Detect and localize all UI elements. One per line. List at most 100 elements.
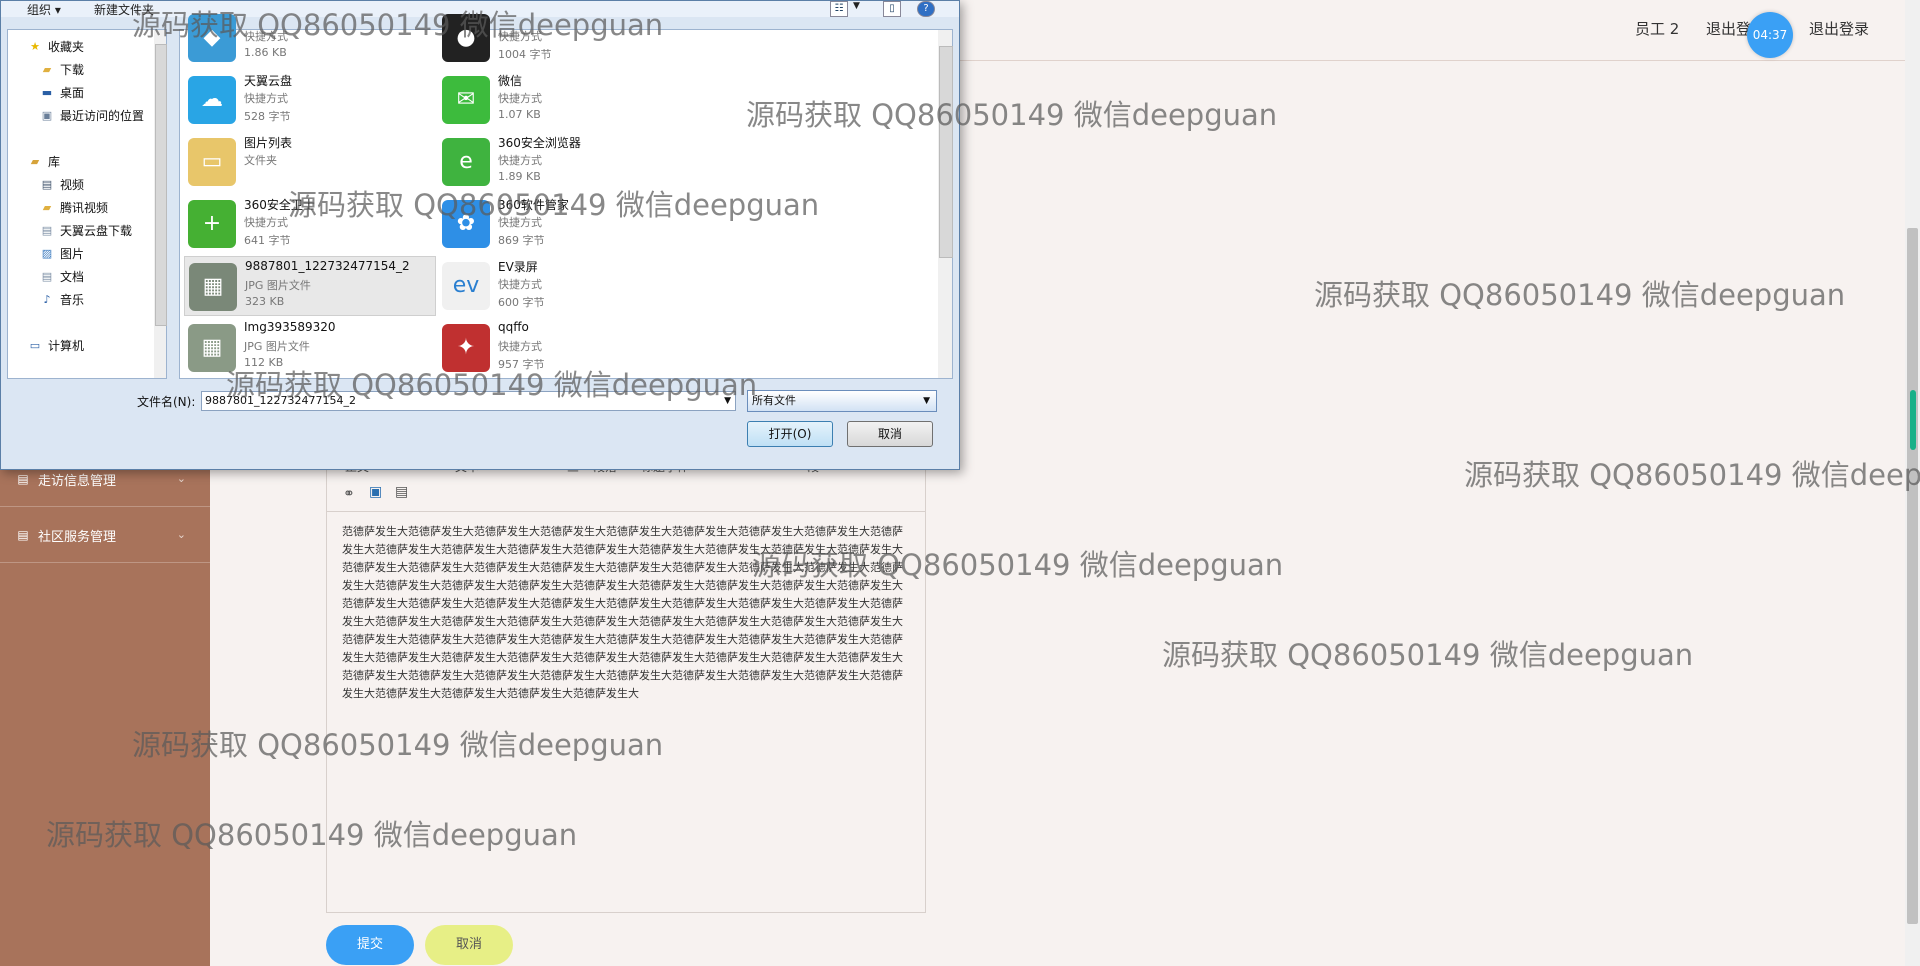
browser-icon: e xyxy=(442,138,490,186)
filename-value: 9887801_122732477154_2 xyxy=(205,394,356,407)
nav-favorites[interactable]: ★ 收藏夹 xyxy=(28,38,84,55)
file-list-scrollbar-thumb[interactable] xyxy=(939,46,953,258)
filename-input[interactable]: 9887801_122732477154_2 ▼ xyxy=(201,391,736,411)
view-options-icon[interactable]: ☷ xyxy=(830,1,848,17)
nav-pictures[interactable]: ▨ 图片 xyxy=(40,245,84,262)
file-name: 360软件管家 xyxy=(498,198,569,212)
file-type: JPG 图片文件 xyxy=(245,279,311,292)
file-item[interactable]: ✉ 微信 快捷方式 1.07 KB xyxy=(438,70,688,128)
sidebar-item-community-service[interactable]: ▤ 社区服务管理 ⌄ xyxy=(0,508,210,563)
nav-scrollbar-thumb[interactable] xyxy=(155,44,167,326)
file-item[interactable]: e 360安全浏览器 快捷方式 1.89 KB xyxy=(438,132,688,190)
file-item[interactable]: ☁ 天翼云盘 快捷方式 528 字节 xyxy=(184,70,434,128)
file-name: EV录屏 xyxy=(498,260,538,274)
chevron-down-icon[interactable]: ▼ xyxy=(724,392,731,410)
nav-library[interactable]: ▰ 库 xyxy=(28,153,60,170)
watermark: 源码获取 QQ86050149 微信deepguan xyxy=(1464,458,1920,492)
picture-icon: ▨ xyxy=(41,246,53,260)
file-type: 快捷方式 xyxy=(498,216,542,229)
nav-desktop[interactable]: ▬ 桌面 xyxy=(40,84,84,101)
sidebar-item-label: 走访信息管理 xyxy=(38,473,117,489)
file-item[interactable]: ● 快捷方式 1004 字节 xyxy=(438,8,688,66)
logout-link[interactable]: 退出登录 xyxy=(1809,18,1869,39)
image-icon[interactable]: ▣ xyxy=(369,484,382,500)
file-type: 快捷方式 xyxy=(498,154,542,167)
file-item[interactable]: ✦ qqffo 快捷方式 957 字节 xyxy=(438,318,688,376)
file-type: 快捷方式 xyxy=(244,30,288,43)
file-size: 641 字节 xyxy=(244,234,291,247)
qqffo-icon: ✦ xyxy=(442,324,490,372)
nav-documents[interactable]: ▤ 文档 xyxy=(40,268,84,285)
image-thumbnail-icon: ▦ xyxy=(189,263,237,311)
recent-icon: ▣ xyxy=(41,108,53,122)
open-button[interactable]: 打开(O) xyxy=(747,421,833,447)
nav-computer[interactable]: ▭ 计算机 xyxy=(28,337,84,354)
file-name: 360安全卫士 xyxy=(244,198,315,212)
organize-menu[interactable]: 组织 ▾ xyxy=(27,1,61,18)
submit-button[interactable]: 提交 xyxy=(326,925,414,965)
chevron-down-icon[interactable]: ▼ xyxy=(923,391,930,411)
preview-pane-icon[interactable]: ▯ xyxy=(883,1,901,17)
wechat-icon: ✉ xyxy=(442,76,490,124)
file-list-scrollbar[interactable] xyxy=(938,30,953,378)
filetype-value: 所有文件 xyxy=(752,394,796,407)
visit-icon: ▤ xyxy=(17,472,29,486)
nav-tencent-video[interactable]: ▰ 腾讯视频 xyxy=(40,199,108,216)
link-icon[interactable]: ⚭ xyxy=(343,486,355,502)
file-name: 9887801_122732477154_2 xyxy=(245,259,410,273)
new-folder-button[interactable]: 新建文件夹 xyxy=(94,1,154,18)
file-item[interactable]: ▦ Img393589320 JPG 图片文件 112 KB xyxy=(184,318,434,376)
file-type: 快捷方式 xyxy=(498,278,542,291)
file-name: 微信 xyxy=(498,74,523,88)
file-item[interactable]: ev EV录屏快捷方式 600 字节 xyxy=(438,256,688,314)
dialog-cancel-button[interactable]: 取消 xyxy=(847,421,933,447)
page-scrollbar[interactable] xyxy=(1905,0,1920,966)
folder-icon: ▭ xyxy=(188,138,236,186)
software-manager-icon: ✿ xyxy=(442,200,490,248)
chevron-down-icon[interactable]: ▼ xyxy=(853,1,860,11)
qq-icon: ● xyxy=(442,14,490,62)
watermark: 源码获取 QQ86050149 微信deepguan xyxy=(1162,638,1694,672)
star-icon: ★ xyxy=(30,39,40,53)
file-item[interactable]: ▭ 图片列表 文件夹 xyxy=(184,132,434,190)
file-size: 600 字节 xyxy=(498,296,545,309)
document-icon: ▤ xyxy=(41,269,53,283)
nav-videos[interactable]: ▤ 视频 xyxy=(40,176,84,193)
nav-scrollbar[interactable] xyxy=(154,30,167,378)
nav-recent[interactable]: ▣ 最近访问的位置 xyxy=(40,107,144,124)
filetype-select[interactable]: 所有文件 ▼ xyxy=(747,390,937,412)
editor-content[interactable]: 范德萨发生大范德萨发生大范德萨发生大范德萨发生大范德萨发生大范德萨发生大范德萨发… xyxy=(342,523,912,703)
nav-downloads[interactable]: ▰ 下载 xyxy=(40,61,84,78)
nav-music[interactable]: ♪ 音乐 xyxy=(40,291,84,308)
file-size: 1.89 KB xyxy=(498,170,541,183)
logout-link-partial[interactable]: 退出登 xyxy=(1706,18,1751,39)
cancel-button[interactable]: 取消 xyxy=(425,925,513,965)
file-type: 快捷方式 xyxy=(244,92,288,105)
help-icon[interactable]: ? xyxy=(917,1,935,17)
file-size: 1.86 KB xyxy=(244,46,287,59)
page-scrollbar-thumb[interactable] xyxy=(1907,228,1918,924)
filename-label: 文件名(N): xyxy=(137,395,196,409)
file-item[interactable]: ✿ 360软件管家 快捷方式 869 字节 xyxy=(438,194,688,252)
service-icon: ▤ xyxy=(17,528,29,542)
file-name: Img393589320 xyxy=(244,320,336,334)
file-size: 528 字节 xyxy=(244,110,291,123)
file-size: 323 KB xyxy=(245,295,285,308)
nav-tianyi-download[interactable]: ▤ 天翼云盘下载 xyxy=(40,222,132,239)
rich-text-editor[interactable]: 正文 文本 三 段落 标题字体 ≡ 段 ⚭ ▣ ▤ 范德萨发生大范德萨发生大范德… xyxy=(326,452,926,913)
file-item[interactable]: ◆ 快捷方式 1.86 KB xyxy=(184,8,434,66)
file-item[interactable]: ▦ 9887801_122732477154_2 JPG 图片文件 323 KB xyxy=(184,256,436,316)
image-thumbnail-icon: ▦ xyxy=(188,324,236,372)
file-name: 图片列表 xyxy=(244,136,293,150)
chevron-down-icon: ⌄ xyxy=(176,472,186,485)
library-icon: ▰ xyxy=(30,154,40,168)
file-item[interactable]: +360安全卫士 快捷方式 641 字节 xyxy=(184,194,434,252)
document-icon: ▤ xyxy=(41,223,53,237)
ev-recorder-icon: ev xyxy=(442,262,490,310)
file-list: ◆ 快捷方式 1.86 KB ● 快捷方式 1004 字节 ☁ 天翼云盘 快捷方式 528 字节 ✉… xyxy=(179,14,953,379)
folder-icon: ▰ xyxy=(42,62,52,76)
save-icon[interactable]: ▤ xyxy=(395,484,408,500)
navigation-pane: ★ 收藏夹 ▰ 下载 ▬ 桌面 ▣ 最近访问的位置 ▰ 库 ▤ 视频 ▰ 腾讯视频 ▤ 天翼云盘… xyxy=(7,29,167,379)
file-size: 1.07 KB xyxy=(498,108,541,121)
file-name: 天翼云盘 xyxy=(244,74,293,88)
